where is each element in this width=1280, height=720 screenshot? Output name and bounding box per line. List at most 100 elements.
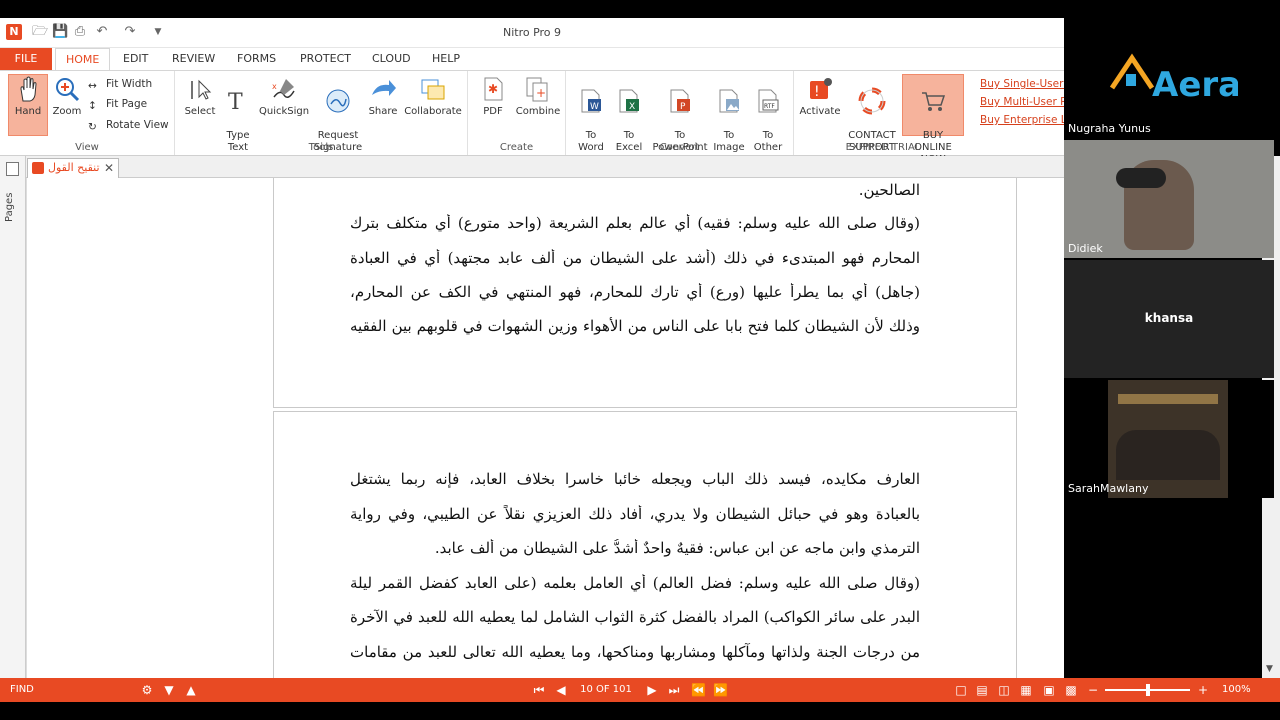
rotate-view-button[interactable]: ↻ Rotate View — [88, 116, 169, 134]
full-screen-icon[interactable]: ▣ — [1042, 683, 1056, 697]
ribbon-tabs: FILE HOME EDIT REVIEW FORMS PROTECT CLOU… — [0, 48, 1064, 71]
tab-protect[interactable]: PROTECT — [290, 48, 361, 70]
fit-width-label: Fit Width — [106, 78, 153, 90]
document-viewport[interactable]: الصالحين. (وقال صلى الله عليه وسلم: فقيه… — [26, 178, 1064, 678]
title-bar: N 🗁 💾 ⎙ ↶ ↷ ▼ Nitro Pro 9 — [0, 18, 1064, 48]
tab-file[interactable]: FILE — [0, 48, 52, 70]
zoom-button[interactable]: Zoom — [50, 75, 84, 118]
hand-button[interactable]: Hand — [8, 74, 48, 136]
zoom-slider-handle[interactable] — [1146, 684, 1150, 696]
pages-panel-label[interactable]: Pages — [4, 182, 15, 222]
svg-text:X: X — [629, 102, 635, 112]
text-line: من درجات الجنة ولذاتها ومآكلها ومشاربها … — [350, 643, 920, 661]
find-previous-icon[interactable]: ▲ — [184, 683, 198, 697]
activate-label: Activate — [799, 106, 841, 117]
pages-panel: Pages — [0, 156, 26, 678]
rotate-view-label: Rotate View — [106, 119, 169, 131]
image-icon — [719, 89, 739, 113]
tab-review[interactable]: REVIEW — [162, 48, 225, 70]
participant-tile[interactable]: khansa — [1064, 260, 1274, 378]
select-button[interactable]: Select — [183, 75, 217, 118]
first-page-icon[interactable]: ⏮ — [532, 683, 546, 697]
zoom-out-icon[interactable]: − — [1086, 683, 1100, 697]
rotate-icon: ↻ — [88, 121, 97, 133]
close-icon[interactable]: ✕ — [104, 159, 114, 177]
buy-online-button[interactable]: BUY ONLINE NOW — [902, 74, 964, 165]
previous-page-icon[interactable]: ◀ — [554, 683, 568, 697]
svg-text:x: x — [272, 82, 277, 91]
collaborate-button[interactable]: Collaborate — [403, 75, 463, 118]
share-label: Share — [368, 106, 398, 117]
fit-page-icon: ↕ — [88, 100, 97, 112]
participant-tile[interactable]: Aera Nugraha Yunus — [1064, 18, 1274, 138]
window-title: Nitro Pro 9 — [502, 26, 562, 39]
text-line: الترمذي وابن ماجه عن ابن عباس: فقيهٌ واح… — [434, 539, 920, 557]
collaborate-label: Collaborate — [404, 106, 462, 117]
participant-name: khansa — [1144, 311, 1194, 325]
zoom-icon — [56, 78, 80, 102]
combine-button[interactable]: + Combine — [514, 75, 562, 118]
fit-page-button[interactable]: ↕ Fit Page — [88, 95, 147, 113]
text-line: المحارم فهو المبتدىء في ذلك (أشد على الش… — [350, 249, 920, 267]
zoom-level[interactable]: 100% — [1222, 684, 1251, 695]
continuous-view-icon[interactable]: ▤ — [975, 683, 989, 697]
pdf-label: PDF — [483, 106, 503, 117]
fit-icon[interactable]: ▩ — [1064, 683, 1078, 697]
svg-text:+: + — [536, 86, 546, 100]
buy-enterprise-link[interactable]: Buy Enterprise Lic — [980, 114, 1075, 126]
convert-group-label: Convert — [659, 142, 700, 153]
aera-logo-icon: Aera — [1109, 53, 1238, 105]
combine-icon: + — [526, 77, 548, 102]
request-signature-icon — [326, 89, 350, 113]
tools-group: Select T Type Text x QuickSign Request S… — [175, 71, 468, 155]
pdf-page: الصالحين. (وقال صلى الله عليه وسلم: فقيه… — [273, 178, 1017, 408]
next-page-icon[interactable]: ▶ — [645, 683, 659, 697]
tab-home[interactable]: HOME — [55, 48, 111, 71]
text-line: (وقال صلى الله عليه وسلم: فقيه) أي عالم … — [350, 214, 920, 232]
scroll-down-icon[interactable]: ▼ — [1266, 664, 1273, 674]
document-tab[interactable]: تنقيح القول ✕ — [27, 158, 119, 178]
quicksign-button[interactable]: x QuickSign — [259, 75, 309, 118]
select-label: Select — [184, 106, 216, 117]
cart-icon — [922, 92, 946, 111]
fit-width-button[interactable]: ↔ Fit Width — [88, 75, 152, 93]
buy-single-user-link[interactable]: Buy Single-User Li — [980, 78, 1076, 90]
participant-name: Nugraha Yunus — [1068, 122, 1151, 135]
pdf-button[interactable]: ✱ PDF — [476, 75, 510, 118]
settings-gear-icon[interactable]: ⚙ — [140, 683, 154, 697]
collaborate-icon — [421, 79, 445, 100]
participant-tile[interactable]: Didiek — [1064, 140, 1274, 258]
tab-help[interactable]: HELP — [422, 48, 470, 70]
word-icon: W — [581, 89, 601, 113]
forward-icon[interactable]: ⏩ — [713, 683, 728, 697]
fit-page-label: Fit Page — [106, 98, 148, 110]
share-button[interactable]: Share — [365, 75, 401, 118]
svg-text:P: P — [680, 102, 686, 112]
facing-view-icon[interactable]: ◫ — [997, 683, 1011, 697]
view-group: Hand Zoom ↔ Fit Width ↕ Fit Page ↻ Rotate V… — [0, 71, 175, 155]
pdf-page: العارف مكايده، فيسد ذلك الباب ويجعله خائ… — [273, 411, 1017, 678]
last-page-icon[interactable]: ⏭ — [667, 683, 681, 697]
page-indicator[interactable]: 10 OF 101 — [578, 682, 634, 698]
facing-continuous-icon[interactable]: ▦ — [1019, 683, 1033, 697]
find-label[interactable]: FIND — [10, 684, 34, 695]
tab-edit[interactable]: EDIT — [113, 48, 158, 70]
svg-text:T: T — [228, 90, 243, 115]
tab-forms[interactable]: FORMS — [227, 48, 286, 70]
svg-text:RTF: RTF — [764, 103, 775, 110]
participant-tile[interactable]: SarahMawlany — [1064, 380, 1274, 498]
svg-text:W: W — [590, 102, 599, 112]
fit-width-icon: ↔ — [88, 80, 97, 92]
participant-name: SarahMawlany — [1068, 482, 1149, 495]
tab-cloud[interactable]: CLOUD — [362, 48, 421, 70]
back-icon[interactable]: ⏪ — [691, 683, 706, 697]
text-line: (جاهل) أي بما يطرأ عليها (ورع) أي تارك ل… — [350, 283, 920, 301]
pages-icon[interactable] — [6, 162, 19, 176]
zoom-in-icon[interactable]: + — [1196, 683, 1210, 697]
text-line: بالعبادة وهو في حبائل الشيطان ولا يدري، … — [350, 505, 920, 523]
find-next-icon[interactable]: ▼ — [162, 683, 176, 697]
single-page-view-icon[interactable]: □ — [954, 683, 968, 697]
buy-multi-user-link[interactable]: Buy Multi-User Pa — [980, 96, 1072, 108]
activate-button[interactable]: ! Activate — [798, 75, 842, 118]
zoom-label: Zoom — [52, 106, 82, 117]
